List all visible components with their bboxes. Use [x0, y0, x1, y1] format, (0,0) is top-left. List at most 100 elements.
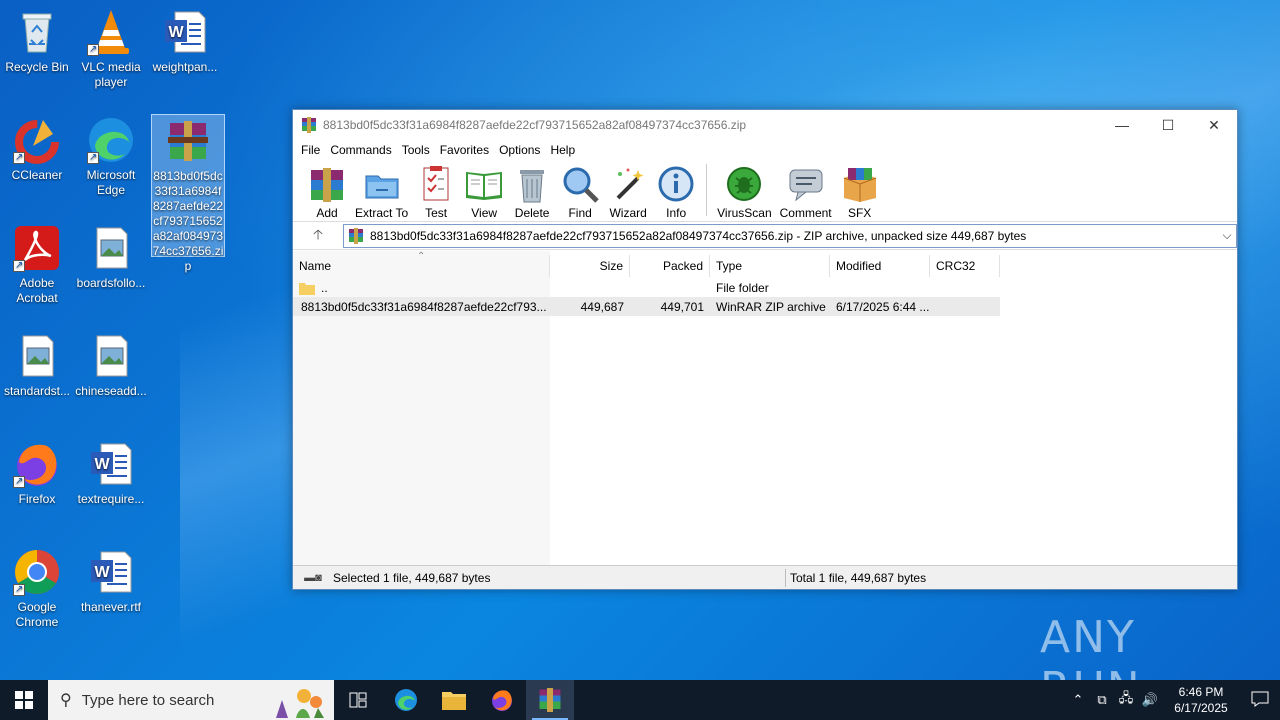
table-row-parent-folder[interactable]: .. File folder [293, 278, 1000, 297]
tool-label: SFX [847, 206, 872, 220]
find-button[interactable]: Find [556, 160, 604, 220]
system-tray: ⌃ ⧉ 🖧 🔊 6:46 PM 6/17/2025 [1066, 680, 1280, 720]
network-icon[interactable]: 🖧 [1114, 689, 1138, 711]
winrar-window[interactable]: 8813bd0f5dc33f31a6984f8287aefde22cf79371… [292, 109, 1238, 590]
desktop-icon-adobe-acrobat[interactable]: Adobe Acrobat [0, 224, 74, 306]
desktop-icon-chrome[interactable]: Google Chrome [0, 548, 74, 630]
desktop-icon-firefox[interactable]: Firefox [0, 440, 74, 507]
desktop-icon-chineseadd[interactable]: chineseadd... [74, 332, 148, 399]
column-header-label: Packed [662, 259, 703, 273]
svg-text:W: W [168, 24, 184, 41]
close-button[interactable]: ✕ [1191, 110, 1237, 140]
tool-label: View [471, 206, 498, 220]
virusscan-button[interactable]: VirusScan [713, 160, 775, 220]
view-icon [466, 172, 503, 200]
table-row-selected-file[interactable]: 8813bd0f5dc33f31a6984f8287aefde22cf793..… [293, 297, 1000, 316]
desktop-icon-textrequire[interactable]: W textrequire... [74, 440, 148, 507]
chevron-up-icon[interactable]: ⌃ [1066, 692, 1090, 708]
taskbar-edge-button[interactable] [382, 680, 430, 720]
taskbar: ⚲ Type here to search ⌃ ⧉ 🖧 🔊 6:46 PM 6/… [0, 680, 1280, 720]
extract-to-button[interactable]: Extract To [351, 160, 412, 220]
archive-path-field[interactable]: 8813bd0f5dc33f31a6984f8287aefde22cf79371… [343, 223, 1237, 248]
minimize-button[interactable]: — [1099, 110, 1145, 140]
meet-now-icon[interactable]: ⧉ [1090, 692, 1114, 708]
column-header-size[interactable]: Size [550, 255, 630, 277]
svg-text:W: W [94, 456, 110, 473]
clock[interactable]: 6:46 PM 6/17/2025 [1162, 684, 1240, 716]
column-header-crc32[interactable]: CRC32 [930, 255, 1000, 277]
test-button[interactable]: Test [412, 160, 460, 220]
desktop-icon-label: VLC media player [81, 60, 141, 89]
cell-name-text: 8813bd0f5dc33f31a6984f8287aefde22cf793..… [301, 299, 547, 314]
tool-label: VirusScan [717, 206, 772, 220]
taskbar-winrar-button[interactable] [526, 680, 574, 720]
chrome-icon [13, 548, 61, 597]
clock-date: 6/17/2025 [1174, 701, 1228, 715]
desktop-icon-recycle-bin[interactable]: Recycle Bin [0, 8, 74, 75]
notification-icon[interactable] [1240, 691, 1280, 710]
column-header-modified[interactable]: Modified [830, 255, 930, 277]
column-header-packed[interactable]: Packed [630, 255, 710, 277]
desktop-icon-edge[interactable]: Microsoft Edge [74, 116, 148, 198]
menu-tools[interactable]: Tools [397, 143, 435, 157]
sfx-button[interactable]: SFX [836, 160, 884, 220]
toolbar: Add Extract To Test View Delete Find Wiz… [293, 160, 1237, 222]
status-bar: ▬◙ Selected 1 file, 449,687 bytes Total … [293, 565, 1237, 589]
windows-logo-icon [15, 691, 33, 709]
volume-icon[interactable]: 🔊 [1138, 692, 1162, 708]
desktop-icon-label: boardsfollo... [76, 276, 146, 290]
status-total: Total 1 file, 449,687 bytes [790, 570, 927, 585]
svg-text:W: W [94, 564, 110, 581]
desktop-icon-label: 8813bd0f5dc33f31a6984f8287aefde22cf79371… [152, 169, 224, 273]
tool-label: Delete [514, 206, 550, 220]
file-list[interactable]: Name ⌃ Size Packed Type Modified CRC32 ..… [293, 251, 1237, 565]
menu-help[interactable]: Help [545, 143, 580, 157]
shortcut-arrow-icon [87, 42, 99, 57]
menu-commands[interactable]: Commands [325, 143, 396, 157]
cell-type: File folder [716, 280, 769, 295]
desktop-icon-label: Microsoft Edge [86, 168, 136, 197]
title-bar[interactable]: 8813bd0f5dc33f31a6984f8287aefde22cf79371… [293, 110, 1237, 140]
start-button[interactable] [0, 680, 48, 720]
desktop-icon-vlc[interactable]: VLC media player [74, 8, 148, 90]
search-placeholder: Type here to search [81, 691, 215, 709]
taskbar-search-box[interactable]: ⚲ Type here to search [48, 680, 334, 720]
desktop-icon-boardsfollo[interactable]: boardsfollo... [74, 224, 148, 291]
menu-options[interactable]: Options [494, 143, 545, 157]
taskbar-file-explorer-button[interactable] [430, 680, 478, 720]
desktop-icon-ccleaner[interactable]: CCleaner [0, 116, 74, 183]
up-one-level-button[interactable]: 🡡 [293, 224, 343, 248]
view-button[interactable]: View [460, 160, 508, 220]
desktop-icon-label: Recycle Bin [5, 60, 69, 74]
desktop-icon-standardst[interactable]: standardst... [0, 332, 74, 399]
tool-label: Find [568, 206, 592, 220]
anyrun-watermark: ANY RUN [1040, 612, 1240, 714]
tool-label: Info [666, 206, 687, 220]
desktop-icon-zip-file[interactable]: 8813bd0f5dc33f31a6984f8287aefde22cf79371… [151, 114, 225, 273]
comment-button[interactable]: Comment [776, 160, 836, 220]
menu-file[interactable]: File [296, 143, 325, 157]
word-document-icon: W [87, 548, 135, 596]
column-header-name[interactable]: Name ⌃ [293, 251, 550, 277]
column-headers: Name ⌃ Size Packed Type Modified CRC32 [293, 251, 1000, 277]
chevron-down-icon[interactable]: ⌵ [1218, 228, 1236, 243]
edge-icon [395, 689, 417, 711]
task-view-button[interactable] [334, 680, 382, 720]
wizard-button[interactable]: Wizard [604, 160, 652, 220]
sfx-icon [843, 168, 876, 202]
adobe-acrobat-icon [13, 224, 61, 273]
drive-icon: ▬◙ [304, 571, 322, 584]
delete-icon [520, 170, 545, 203]
column-header-type[interactable]: Type [710, 255, 830, 277]
maximize-icon: ☐ [1161, 116, 1175, 133]
desktop-icon-thanever[interactable]: W thanever.rtf [74, 548, 148, 615]
delete-button[interactable]: Delete [508, 160, 556, 220]
column-header-label: Modified [836, 259, 882, 273]
taskbar-firefox-button[interactable] [478, 680, 526, 720]
maximize-button[interactable]: ☐ [1145, 110, 1191, 140]
add-button[interactable]: Add [303, 160, 351, 220]
info-button[interactable]: Info [652, 160, 700, 220]
shortcut-arrow-icon [13, 150, 25, 165]
menu-favorites[interactable]: Favorites [435, 143, 494, 157]
desktop-icon-weightpan[interactable]: W weightpan... [148, 8, 222, 75]
